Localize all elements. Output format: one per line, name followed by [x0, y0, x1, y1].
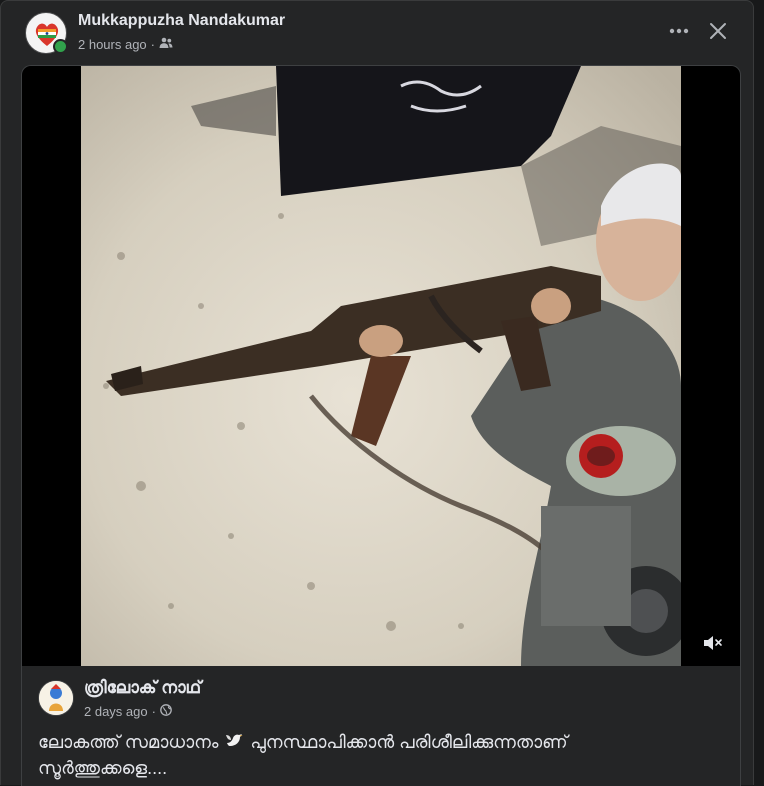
shared-post-time[interactable]: 2 days ago [84, 704, 148, 719]
post-card: Mukkappuzha Nandakumar 2 hours ago · ത്ര… [0, 0, 754, 786]
author-avatar[interactable] [25, 12, 68, 54]
online-status-dot [53, 39, 68, 54]
shared-post: ത്രിലോക് നാഥ് 2 days ago · ലോകത്ത് സമാധാ… [21, 65, 741, 786]
more-options-button[interactable] [665, 17, 693, 45]
muted-speaker-icon [704, 636, 722, 650]
globe-icon[interactable] [160, 704, 172, 719]
post-header: Mukkappuzha Nandakumar 2 hours ago · [1, 1, 753, 63]
close-icon [710, 23, 726, 39]
dove-icon [225, 731, 243, 756]
shared-author-avatar[interactable] [38, 680, 74, 716]
shared-post-meta: 2 days ago · [84, 704, 172, 719]
post-text-part1: ലോകത്ത് സമാധാനം [38, 732, 219, 752]
post-meta: 2 hours ago · [78, 37, 173, 52]
shared-post-details: ത്രിലോക് നാഥ് 2 days ago · ലോകത്ത് സമാധാ… [22, 666, 740, 786]
friends-icon[interactable] [159, 37, 173, 52]
video-player[interactable] [22, 66, 740, 666]
more-options-icon [669, 28, 689, 34]
author-name[interactable]: Mukkappuzha Nandakumar [78, 12, 285, 30]
meta-separator: · [151, 704, 156, 719]
shared-avatar-image [39, 681, 73, 715]
shared-author-name[interactable]: ത്രിലോക് നാഥ് [84, 678, 201, 698]
post-time[interactable]: 2 hours ago [78, 37, 147, 52]
video-thumbnail [81, 66, 681, 666]
close-button[interactable] [703, 16, 733, 46]
meta-separator: · [150, 37, 156, 52]
shared-post-text: ലോകത്ത് സമാധാനം പുനസ്ഥാപിക്കാൻ പരിശീലിക്… [38, 730, 698, 781]
video-frame[interactable] [81, 66, 681, 666]
mute-toggle-button[interactable] [698, 628, 728, 658]
